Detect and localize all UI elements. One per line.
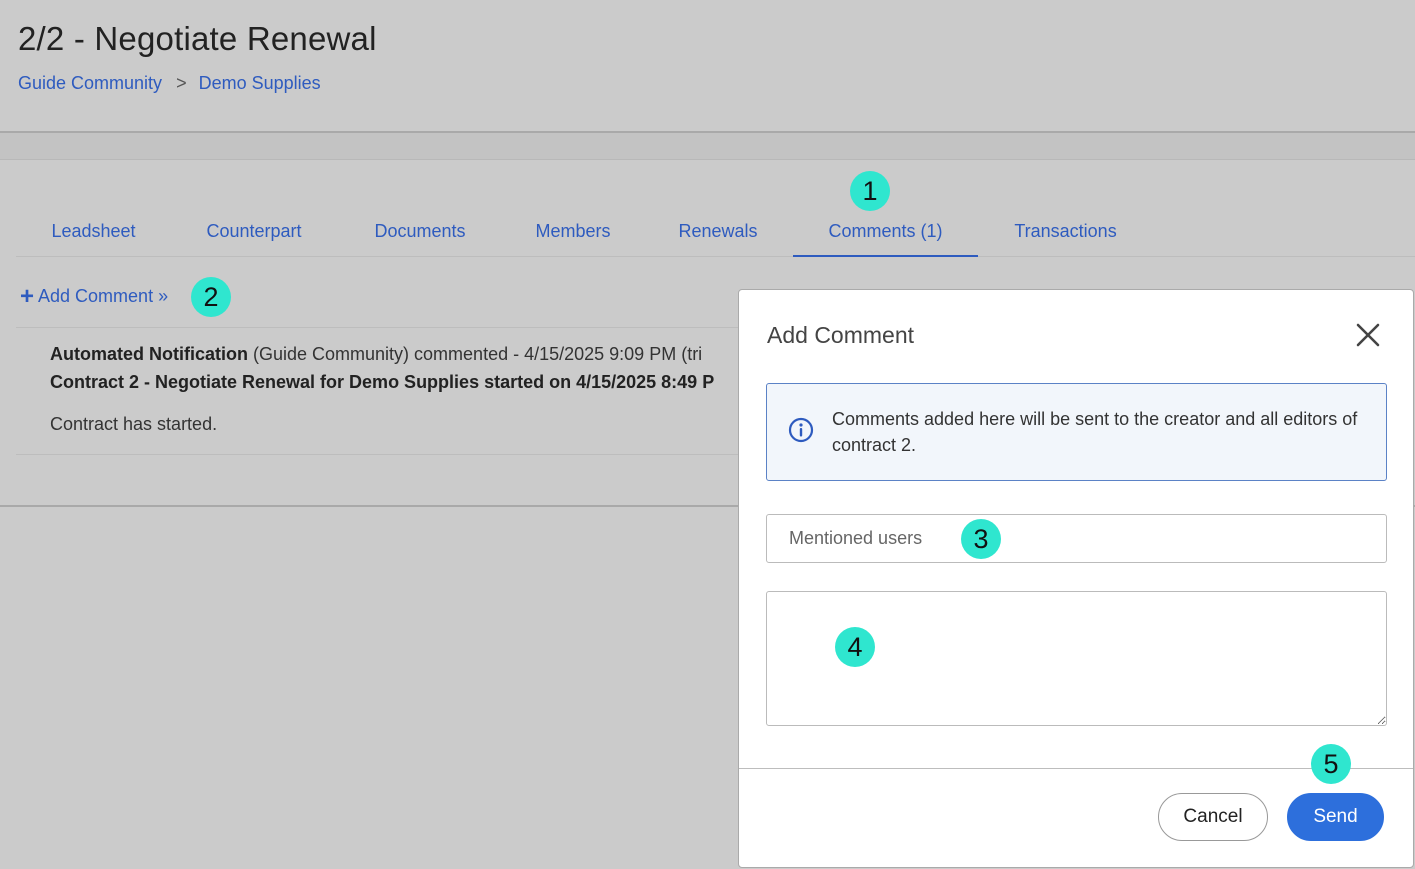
comment-meta-text: (Guide Community) commented - 4/15/2025 … [248,344,703,364]
plus-icon: + [20,282,35,310]
page-header: 2/2 - Negotiate Renewal Guide Community … [0,0,1415,133]
step-marker-3: 3 [961,519,1001,559]
info-alert: Comments added here will be sent to the … [766,383,1387,481]
page-title: 2/2 - Negotiate Renewal [18,20,377,57]
tab-counterpart[interactable]: Counterpart [171,206,337,256]
breadcrumb-separator: > [176,73,187,93]
send-button[interactable]: Send [1287,793,1384,841]
tab-comments[interactable]: Comments (1) [793,206,978,257]
breadcrumb: Guide Community > Demo Supplies [18,73,321,94]
breadcrumb-demo-supplies[interactable]: Demo Supplies [199,73,321,94]
tab-leadsheet[interactable]: Leadsheet [16,206,171,256]
step-marker-4: 4 [835,627,875,667]
comment-meta: Automated Notification (Guide Community)… [50,344,702,365]
toolbar-strip [0,133,1415,160]
mentioned-users-input[interactable] [766,514,1387,563]
info-text: Comments added here will be sent to the … [832,409,1358,455]
tab-documents[interactable]: Documents [337,206,503,256]
add-comment-modal: Add Comment Comments added here will be … [738,289,1414,868]
comment-author: Automated Notification [50,344,248,364]
add-comment-label: Add Comment » [38,286,169,306]
modal-title: Add Comment [767,322,915,348]
breadcrumb-guide-community[interactable]: Guide Community [18,73,162,94]
comment-subject: Contract 2 - Negotiate Renewal for Demo … [50,372,715,392]
step-marker-5: 5 [1311,744,1351,784]
step-marker-1: 1 [850,171,890,211]
comment-body: Contract has started. [50,414,218,434]
info-icon [788,417,814,443]
add-comment-link[interactable]: + Add Comment » [20,282,169,310]
tab-members[interactable]: Members [503,206,643,256]
tab-renewals[interactable]: Renewals [643,206,793,256]
close-icon[interactable] [1353,320,1383,350]
tab-bar: Leadsheet Counterpart Documents Members … [16,206,1415,257]
comment-item: Automated Notification (Guide Community)… [16,327,776,455]
step-marker-2: 2 [191,277,231,317]
cancel-button[interactable]: Cancel [1158,793,1268,841]
tab-transactions[interactable]: Transactions [978,206,1153,256]
